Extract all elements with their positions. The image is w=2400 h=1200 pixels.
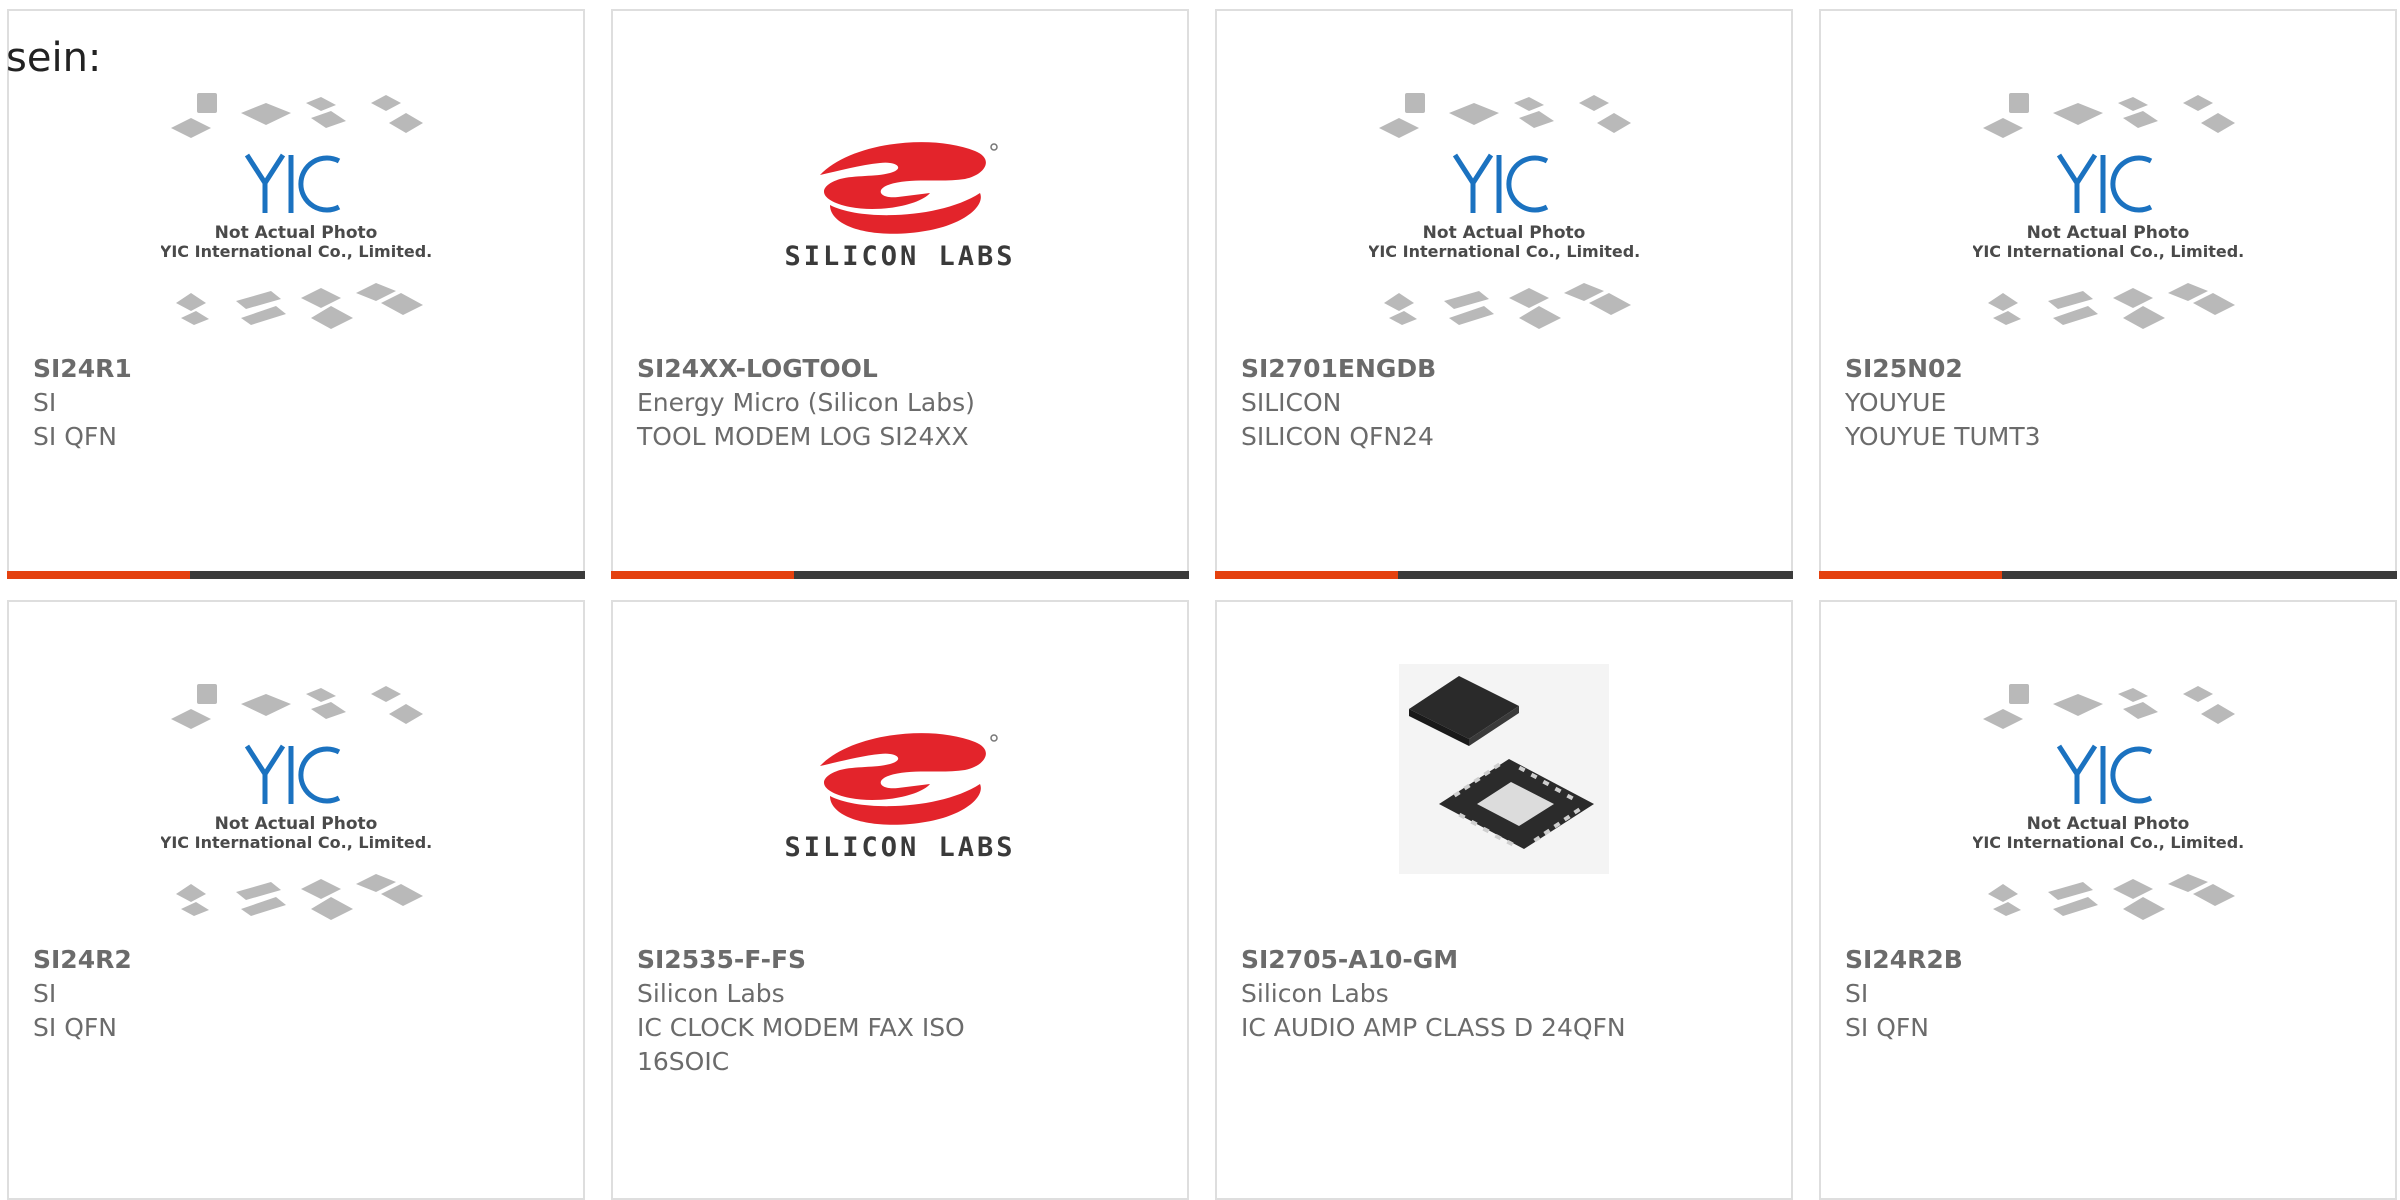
silicon-labs-logo: SILICON LABS <box>784 142 1015 272</box>
description: IC AUDIO AMP CLASS D 24QFN <box>1241 1013 1626 1042</box>
product-card[interactable]: Not Actual Photo YIC International Co., … <box>1819 600 2397 1200</box>
part-number[interactable]: SI2535-F-FS <box>637 943 1167 977</box>
description: TOOL MODEM LOG SI24XX <box>637 422 969 451</box>
part-number[interactable]: SI24XX-LOGTOOL <box>637 352 1167 386</box>
card-accent-bar <box>7 571 190 579</box>
manufacturer: Energy Micro (Silicon Labs) <box>637 388 975 417</box>
placeholder-line2: YIC International Co., Limited. <box>1973 242 2243 261</box>
description: SI QFN <box>33 1013 117 1042</box>
card-bottom-bar <box>611 571 1189 579</box>
placeholder-line2: YIC International Co., Limited. <box>1973 833 2243 852</box>
card-accent-bar <box>1819 571 2002 579</box>
placeholder-line2: YIC International Co., Limited. <box>1369 242 1639 261</box>
description: SI QFN <box>33 422 117 451</box>
placeholder-line1: Not Actual Photo <box>2027 223 2190 243</box>
card-accent-bar <box>1215 571 1398 579</box>
placeholder-line2: YIC International Co., Limited. <box>161 833 431 852</box>
product-card[interactable]: Not Actual Photo YIC International Co., … <box>7 600 585 1200</box>
logo-text: SILICON LABS <box>784 832 1015 863</box>
manufacturer: SILICON <box>1241 388 1342 417</box>
description: SI QFN <box>1845 1013 1929 1042</box>
silicon-labs-logo: SILICON LABS <box>784 733 1015 863</box>
placeholder-line1: Not Actual Photo <box>215 223 378 243</box>
part-number[interactable]: SI24R2 <box>33 943 563 977</box>
manufacturer: YOUYUE <box>1845 388 1947 417</box>
product-card[interactable]: Not Actual Photo YIC International Co., … <box>1819 9 2397 579</box>
placeholder-line2: YIC International Co., Limited. <box>161 242 431 261</box>
page-intro-text: sein: <box>6 35 102 81</box>
yic-placeholder-image: Not Actual Photo YIC International Co., … <box>161 93 431 329</box>
manufacturer: SI <box>33 979 57 1008</box>
product-card[interactable]: Not Actual Photo YIC International Co., … <box>7 9 585 579</box>
product-card[interactable]: SI2705-A10-GM Silicon Labs IC AUDIO AMP … <box>1215 600 1793 1200</box>
description-continued: 16SOIC <box>637 1047 730 1076</box>
yic-placeholder-image: Not Actual Photo YIC International Co., … <box>1369 93 1639 329</box>
part-number[interactable]: SI2705-A10-GM <box>1241 943 1771 977</box>
product-thumbnail[interactable]: SILICON LABS <box>613 93 1187 353</box>
product-card[interactable]: SILICON LABS SI2535-F-FS Silicon Labs IC… <box>611 600 1189 1200</box>
placeholder-line1: Not Actual Photo <box>1423 223 1586 243</box>
part-number[interactable]: SI25N02 <box>1845 352 2375 386</box>
yic-placeholder-image: Not Actual Photo YIC International Co., … <box>1973 684 2243 920</box>
part-number[interactable]: SI24R1 <box>33 352 563 386</box>
product-card[interactable]: SILICON LABS SI24XX-LOGTOOL Energy Micro… <box>611 9 1189 579</box>
yic-placeholder-image: Not Actual Photo YIC International Co., … <box>1973 93 2243 329</box>
product-card[interactable]: Not Actual Photo YIC International Co., … <box>1215 9 1793 579</box>
part-number[interactable]: SI2701ENGDB <box>1241 352 1771 386</box>
manufacturer: SI <box>1845 979 1869 1008</box>
logo-text: SILICON LABS <box>784 241 1015 272</box>
manufacturer: Silicon Labs <box>1241 979 1389 1008</box>
placeholder-line1: Not Actual Photo <box>215 814 378 834</box>
description: SILICON QFN24 <box>1241 422 1434 451</box>
card-accent-bar <box>611 571 794 579</box>
product-thumbnail[interactable]: Not Actual Photo YIC International Co., … <box>1821 684 2395 944</box>
product-thumbnail[interactable]: Not Actual Photo YIC International Co., … <box>9 684 583 944</box>
part-number[interactable]: SI24R2B <box>1845 943 2375 977</box>
product-thumbnail[interactable]: Not Actual Photo YIC International Co., … <box>1217 93 1791 353</box>
qfn-chip-photo <box>1399 664 1609 874</box>
product-thumbnail[interactable]: Not Actual Photo YIC International Co., … <box>1821 93 2395 353</box>
card-bottom-bar <box>7 571 585 579</box>
product-thumbnail[interactable] <box>1217 664 1791 944</box>
description: YOUYUE TUMT3 <box>1845 422 2041 451</box>
manufacturer: SI <box>33 388 57 417</box>
card-bottom-bar <box>1819 571 2397 579</box>
card-bottom-bar <box>1215 571 1793 579</box>
chip-shape-icon <box>171 118 211 138</box>
manufacturer: Silicon Labs <box>637 979 785 1008</box>
product-thumbnail[interactable]: SILICON LABS <box>613 684 1187 944</box>
product-thumbnail[interactable]: Not Actual Photo YIC International Co., … <box>9 93 583 353</box>
placeholder-line1: Not Actual Photo <box>2027 814 2190 834</box>
description: IC CLOCK MODEM FAX ISO <box>637 1013 965 1042</box>
yic-placeholder-image: Not Actual Photo YIC International Co., … <box>161 684 431 920</box>
